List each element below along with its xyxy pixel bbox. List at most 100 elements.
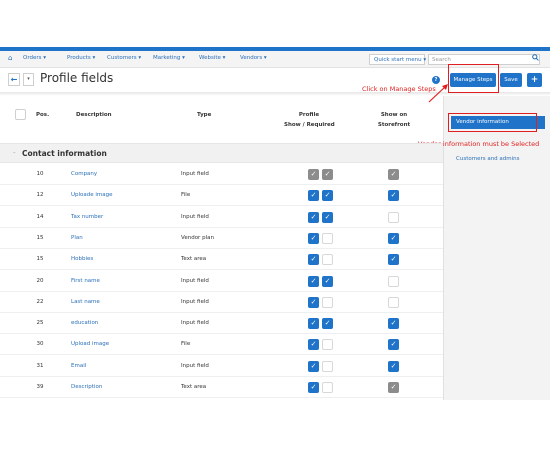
col-storefront-sub: Storefront	[377, 122, 411, 128]
show-checkbox[interactable]: ✓	[308, 190, 319, 202]
nav-vendors[interactable]: Vendors ▾	[240, 55, 267, 61]
row-type: Input field	[181, 277, 209, 284]
required-checkbox[interactable]	[322, 296, 333, 308]
table-row: 39 Description Text area ✓ ✓	[0, 377, 443, 398]
nav-customers[interactable]: Customers ▾	[107, 55, 141, 61]
required-checkbox[interactable]: ✓	[322, 169, 333, 180]
show-checkbox[interactable]: ✓	[308, 360, 319, 372]
quick-start-menu[interactable]: Quick start menu ▾	[369, 54, 426, 65]
row-description-link[interactable]: Uploade image	[71, 192, 113, 198]
table-row: 14 Tax number Input field ✓ ✓	[0, 207, 443, 228]
row-description-link[interactable]: Plan	[71, 235, 83, 241]
section-title: Contact information	[22, 149, 107, 158]
search-icon[interactable]	[532, 54, 539, 63]
collapse-icon[interactable]: –	[13, 150, 16, 156]
required-checkbox[interactable]: ✓	[322, 275, 333, 287]
table-row: 15 Hobbies Text area ✓ ✓	[0, 249, 443, 271]
col-storefront: Show on	[380, 112, 408, 118]
required-checkbox[interactable]	[322, 254, 333, 266]
table-row: 25 education Input field ✓ ✓ ✓	[0, 313, 443, 335]
required-checkbox[interactable]: ✓	[322, 190, 333, 202]
row-position[interactable]: 15	[32, 235, 48, 241]
row-type: Input field	[181, 171, 209, 177]
row-type: Input field	[181, 298, 209, 305]
required-checkbox[interactable]	[322, 382, 333, 393]
row-type: Input field	[181, 213, 209, 220]
row-position[interactable]: 12	[32, 192, 48, 198]
row-position[interactable]: 20	[32, 278, 48, 284]
col-profile-sub: Show / Required	[284, 122, 335, 128]
table-row: 15 Plan Vendor plan ✓ ✓	[0, 228, 443, 249]
row-description-link[interactable]: Tax number	[71, 214, 103, 220]
storefront-checkbox[interactable]: ✓	[388, 254, 399, 266]
sidebar-item-customers-admins[interactable]: Customers and admins	[456, 156, 520, 162]
show-checkbox[interactable]: ✓	[308, 169, 319, 180]
storefront-checkbox[interactable]: ✓	[388, 382, 399, 393]
row-description-link[interactable]: Hobbies	[71, 256, 93, 262]
table-row: 12 Uploade image File ✓ ✓ ✓	[0, 185, 443, 207]
col-description: Description	[76, 112, 112, 118]
required-checkbox[interactable]	[322, 339, 333, 351]
row-position[interactable]: 14	[32, 214, 48, 220]
show-checkbox[interactable]: ✓	[308, 296, 319, 308]
add-button[interactable]: +	[527, 73, 542, 87]
storefront-checkbox[interactable]: ✓	[388, 190, 399, 202]
table-row: 30 Upload image File ✓ ✓	[0, 334, 443, 356]
home-icon[interactable]: ⌂	[8, 54, 12, 62]
storefront-checkbox[interactable]: ✓	[388, 169, 399, 180]
row-description-link[interactable]: Company	[71, 171, 97, 177]
storefront-checkbox[interactable]: ✓	[388, 318, 399, 330]
storefront-checkbox[interactable]: ✓	[388, 339, 399, 351]
row-type: File	[181, 192, 191, 199]
storefront-checkbox[interactable]	[388, 296, 399, 308]
col-type: Type	[197, 112, 212, 118]
row-description-link[interactable]: First name	[71, 278, 100, 284]
col-pos: Pos.	[36, 112, 50, 118]
row-position[interactable]: 31	[32, 363, 48, 369]
storefront-checkbox[interactable]	[388, 211, 399, 223]
select-all-checkbox[interactable]	[15, 109, 26, 120]
show-checkbox[interactable]: ✓	[308, 339, 319, 351]
row-position[interactable]: 22	[32, 299, 48, 305]
row-description-link[interactable]: Email	[71, 363, 86, 369]
storefront-checkbox[interactable]: ✓	[388, 232, 399, 244]
row-type: File	[181, 341, 191, 348]
row-description-link[interactable]: Upload image	[71, 341, 109, 347]
required-checkbox[interactable]	[322, 232, 333, 244]
row-position[interactable]: 10	[32, 171, 48, 177]
required-checkbox[interactable]: ✓	[322, 318, 333, 330]
row-description-link[interactable]: Last name	[71, 299, 100, 305]
save-button[interactable]: Save	[500, 73, 522, 87]
nav-products[interactable]: Products ▾	[67, 55, 95, 61]
nav-marketing[interactable]: Marketing ▾	[153, 55, 185, 61]
nav-orders[interactable]: Orders ▾	[23, 55, 46, 61]
storefront-checkbox[interactable]: ✓	[388, 360, 399, 372]
show-checkbox[interactable]: ✓	[308, 232, 319, 244]
table-row: 20 First name Input field ✓ ✓	[0, 271, 443, 292]
show-checkbox[interactable]: ✓	[308, 382, 319, 393]
show-checkbox[interactable]: ✓	[308, 275, 319, 287]
table-row: 10 Company Input field ✓ ✓ ✓	[0, 164, 443, 185]
app-frame: ⌂ Orders ▾ Products ▾ Customers ▾ Market…	[0, 47, 550, 400]
row-position[interactable]: 25	[32, 320, 48, 326]
row-position[interactable]: 15	[32, 256, 48, 262]
row-description-link[interactable]: education	[71, 320, 98, 326]
table-row: 22 Last name Input field ✓	[0, 292, 443, 313]
storefront-checkbox[interactable]	[388, 275, 399, 287]
title-dropdown-button[interactable]: ▾	[23, 73, 34, 86]
row-position[interactable]: 39	[32, 384, 48, 390]
show-checkbox[interactable]: ✓	[308, 211, 319, 223]
section-contact-information[interactable]: – Contact information	[0, 143, 443, 163]
required-checkbox[interactable]	[322, 360, 333, 372]
manage-steps-highlight	[448, 64, 499, 93]
required-checkbox[interactable]: ✓	[322, 211, 333, 223]
back-button[interactable]: ←	[8, 73, 20, 86]
row-position[interactable]: 30	[32, 341, 48, 347]
nav-website[interactable]: Website ▾	[199, 55, 225, 61]
show-checkbox[interactable]: ✓	[308, 254, 319, 266]
row-description-link[interactable]: Description	[71, 384, 102, 390]
annotation-manage-steps: Click on Manage Steps	[362, 85, 436, 93]
col-profile: Profile	[298, 112, 320, 118]
vendor-info-highlight	[448, 113, 537, 132]
show-checkbox[interactable]: ✓	[308, 318, 319, 330]
